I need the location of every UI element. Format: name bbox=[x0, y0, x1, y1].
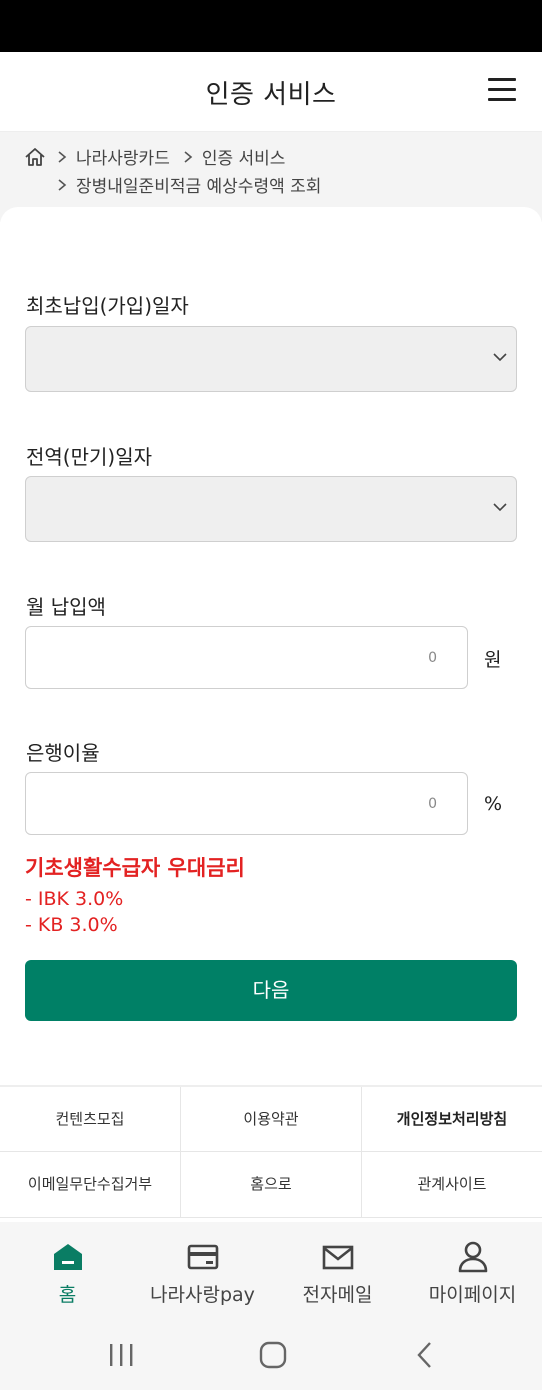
recent-apps-icon[interactable] bbox=[104, 1340, 138, 1370]
footer-link-terms[interactable]: 이용약관 bbox=[181, 1087, 361, 1151]
chevron-down-icon bbox=[493, 353, 507, 362]
bottom-navigation: 홈 나라사랑pay 전자메일 마이페이지 bbox=[0, 1222, 542, 1322]
status-bar bbox=[0, 0, 542, 52]
divider bbox=[361, 1087, 362, 1218]
divider bbox=[180, 1087, 181, 1218]
next-button[interactable]: 다음 bbox=[25, 960, 517, 1021]
page-title: 인증 서비스 bbox=[205, 80, 337, 110]
system-navigation-bar bbox=[0, 1322, 542, 1390]
footer-link-privacy[interactable]: 개인정보처리방침 bbox=[362, 1087, 542, 1151]
won-unit-label: 원 bbox=[484, 649, 502, 671]
chevron-right-icon bbox=[58, 150, 67, 163]
divider bbox=[0, 1151, 542, 1152]
mail-icon bbox=[322, 1245, 353, 1270]
chevron-right-icon bbox=[58, 178, 67, 191]
first-payment-date-select[interactable] bbox=[25, 326, 517, 392]
person-icon bbox=[458, 1241, 487, 1273]
footer-link-content-recruit[interactable]: 컨텐츠모집 bbox=[0, 1087, 180, 1151]
back-icon[interactable] bbox=[408, 1340, 442, 1370]
nav-item-mail[interactable]: 전자메일 bbox=[270, 1222, 405, 1322]
notice-heading: 기초생활수급자 우대금리 bbox=[25, 856, 245, 880]
chevron-down-icon bbox=[493, 503, 507, 512]
footer-link-related-sites[interactable]: 관계사이트 bbox=[362, 1152, 542, 1216]
breadcrumb-item-card[interactable]: 나라사랑카드 bbox=[76, 144, 170, 169]
nav-item-pay[interactable]: 나라사랑pay bbox=[135, 1222, 270, 1322]
bank-rate-input[interactable] bbox=[26, 773, 467, 834]
discharge-date-label: 전역(만기)일자 bbox=[26, 445, 153, 469]
card-icon bbox=[187, 1244, 218, 1270]
home-circle-icon[interactable] bbox=[256, 1340, 290, 1370]
discharge-date-select[interactable] bbox=[25, 476, 517, 542]
nav-label-home: 홈 bbox=[58, 1284, 77, 1306]
divider bbox=[0, 1217, 542, 1218]
percent-unit-label: % bbox=[484, 793, 503, 815]
nav-item-mypage[interactable]: 마이페이지 bbox=[405, 1222, 540, 1322]
home-icon bbox=[53, 1244, 82, 1270]
nav-item-home[interactable]: 홈 bbox=[0, 1222, 135, 1322]
monthly-payment-label: 월 납입액 bbox=[26, 595, 106, 619]
page-header: 인증 서비스 bbox=[0, 52, 542, 132]
nav-label-mail: 전자메일 bbox=[302, 1284, 373, 1306]
nav-label-pay: 나라사랑pay bbox=[150, 1284, 255, 1306]
footer-link-email-refusal[interactable]: 이메일무단수집거부 bbox=[0, 1152, 180, 1216]
notice-line-kb: - KB 3.0% bbox=[25, 914, 118, 936]
chevron-right-icon bbox=[184, 150, 193, 163]
preferential-rate-notice: 기초생활수급자 우대금리 - IBK 3.0% - KB 3.0% bbox=[25, 852, 245, 936]
home-icon[interactable] bbox=[24, 146, 46, 168]
bank-rate-label: 은행이율 bbox=[26, 741, 100, 765]
first-payment-date-label: 최초납입(가입)일자 bbox=[26, 294, 189, 318]
breadcrumb-item-current: 장병내일준비적금 예상수령액 조회 bbox=[76, 177, 322, 197]
monthly-payment-input[interactable] bbox=[26, 627, 467, 688]
hamburger-menu-icon[interactable] bbox=[488, 78, 516, 102]
monthly-payment-field[interactable] bbox=[25, 626, 468, 689]
footer-links: 컨텐츠모집 이용약관 개인정보처리방침 이메일무단수집거부 홈으로 관계사이트 bbox=[0, 1085, 542, 1218]
nav-label-mypage: 마이페이지 bbox=[428, 1284, 517, 1306]
notice-line-ibk: - IBK 3.0% bbox=[25, 888, 124, 910]
bank-rate-field[interactable] bbox=[25, 772, 468, 835]
breadcrumb-item-auth[interactable]: 인증 서비스 bbox=[202, 144, 286, 169]
footer-link-home[interactable]: 홈으로 bbox=[181, 1152, 361, 1216]
